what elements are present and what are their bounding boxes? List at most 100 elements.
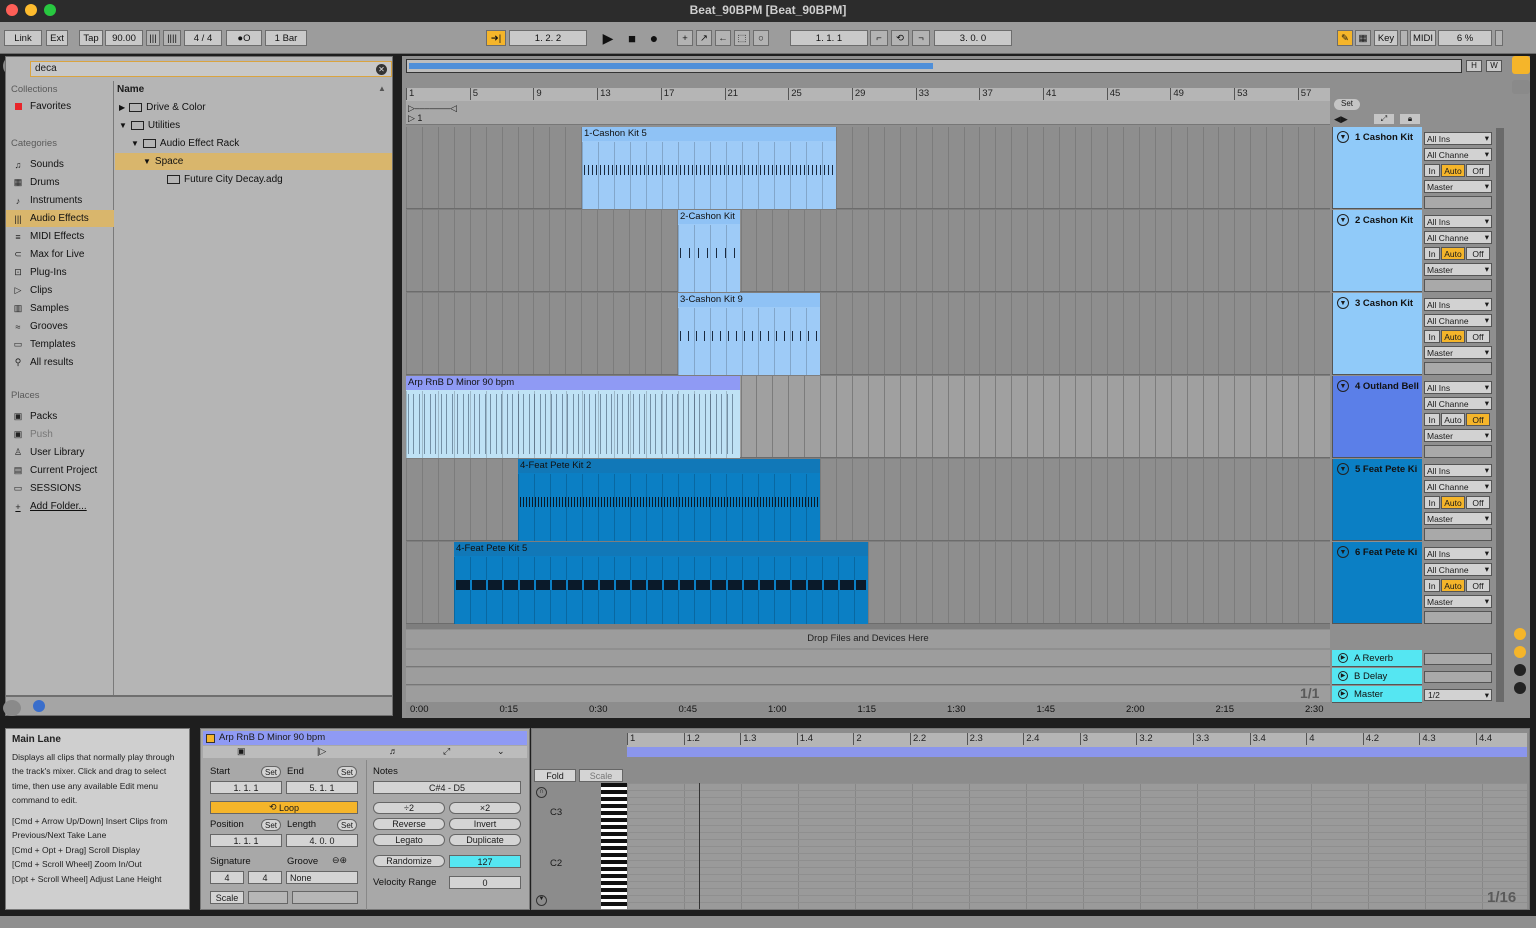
- mixer-indicator-icon[interactable]: [1514, 664, 1526, 676]
- monitor-off-button[interactable]: Off: [1466, 330, 1490, 343]
- track-fold-icon[interactable]: ▼: [1337, 380, 1349, 392]
- track-lane[interactable]: 4-Feat Pete Kit 5: [406, 542, 1330, 624]
- expand-arrow-icon[interactable]: ▶: [119, 103, 125, 112]
- computer-keyboard-icon[interactable]: ▦: [1355, 30, 1371, 46]
- overview-bar[interactable]: [406, 59, 1462, 73]
- stop-icon[interactable]: ■: [622, 30, 642, 46]
- signature-denominator[interactable]: 4: [248, 871, 282, 884]
- output-select[interactable]: Master ▾: [1424, 595, 1492, 608]
- quantize-menu[interactable]: 1 Bar: [265, 30, 307, 46]
- track-header[interactable]: ▼ 2 Cashon Kit: [1332, 210, 1422, 292]
- metronome-button[interactable]: ●O: [226, 30, 262, 46]
- position-set-button[interactable]: Set: [261, 819, 281, 831]
- output-select[interactable]: Master ▾: [1424, 429, 1492, 442]
- sidebar-item-samples[interactable]: ▥ Samples: [6, 300, 114, 317]
- note-grid[interactable]: [627, 783, 1527, 909]
- arrangement-position-field[interactable]: 1. 2. 2: [509, 30, 587, 46]
- sidebar-item-instruments[interactable]: ♪ Instruments: [6, 192, 114, 209]
- signature-numerator[interactable]: 4: [210, 871, 244, 884]
- note-editor-loop-brace[interactable]: [627, 747, 1527, 757]
- velocity-range-field[interactable]: 0: [449, 876, 521, 889]
- loop-switch-icon[interactable]: ⟲: [891, 30, 909, 46]
- notes-tab-icon[interactable]: ♬: [389, 746, 398, 756]
- preview-notes-icon[interactable]: ∩: [536, 787, 547, 798]
- track-fold-icon[interactable]: ▼: [1337, 214, 1349, 226]
- start-field[interactable]: 1. 1. 1: [210, 781, 282, 794]
- monitor-auto-button[interactable]: Auto: [1441, 579, 1465, 592]
- note-range-field[interactable]: C#4 - D5: [373, 781, 521, 794]
- start-marker[interactable]: ▷ 1: [408, 113, 422, 124]
- track-header[interactable]: ▼ 1 Cashon Kit: [1332, 127, 1422, 209]
- arrangement-clip[interactable]: Arp RnB D Minor 90 bpm: [406, 376, 740, 458]
- input-type-select[interactable]: All Ins ▾: [1424, 381, 1492, 394]
- preview-icon[interactable]: [33, 700, 45, 712]
- groove-select[interactable]: None: [286, 871, 358, 884]
- collapse-arrow-icon[interactable]: ▼: [143, 157, 151, 166]
- session-record-icon[interactable]: ○: [753, 30, 769, 46]
- master-output-select[interactable]: 1/2 ▾: [1424, 689, 1492, 701]
- expand-lanes-icon[interactable]: ⤢: [1374, 114, 1394, 124]
- overdub-icon[interactable]: +: [677, 30, 693, 46]
- track-lane[interactable]: 2-Cashon Kit: [406, 210, 1330, 292]
- back-to-arrangement-icon[interactable]: ←: [715, 30, 731, 46]
- input-type-select[interactable]: All Ins ▾: [1424, 464, 1492, 477]
- legato-button[interactable]: Legato: [373, 834, 445, 846]
- track-name[interactable]: 6 Feat Pete Ki: [1355, 547, 1417, 558]
- monitor-off-button[interactable]: Off: [1466, 164, 1490, 177]
- midi-map-button[interactable]: MIDI: [1410, 30, 1436, 46]
- clip-title[interactable]: Arp RnB D Minor 90 bpm: [203, 731, 527, 745]
- output-select[interactable]: Master ▾: [1424, 180, 1492, 193]
- sort-arrow-icon[interactable]: ▲: [378, 84, 386, 93]
- sidebar-item-plug-ins[interactable]: ⊡ Plug-Ins: [6, 264, 114, 281]
- launch-tab-icon[interactable]: |▷: [317, 746, 326, 757]
- randomize-button[interactable]: Randomize: [373, 855, 445, 867]
- sidebar-item-user-library[interactable]: ♙ User Library: [6, 444, 114, 461]
- loop-button[interactable]: ⟲ Loop: [210, 801, 358, 814]
- locator-row[interactable]: ▷–––––––◁ ▷ 1: [406, 101, 1330, 125]
- monitor-in-button[interactable]: In: [1424, 247, 1440, 260]
- reverse-button[interactable]: Reverse: [373, 818, 445, 830]
- sidebar-item-packs[interactable]: ▣ Packs: [6, 408, 114, 425]
- time-axis[interactable]: 0:00 0:15 0:30 0:45 1:00 1:15 1:30 1:45 2:00 2:15…: [406, 702, 1330, 716]
- search-input[interactable]: deca: [30, 61, 392, 77]
- track-header[interactable]: ▼ 6 Feat Pete Ki: [1332, 542, 1422, 624]
- sidebar-item-sounds[interactable]: ♫ Sounds: [6, 156, 114, 173]
- track-header[interactable]: ▼ 5 Feat Pete Ki: [1332, 459, 1422, 541]
- monitor-in-button[interactable]: In: [1424, 330, 1440, 343]
- clip-tab-icon[interactable]: ▣: [237, 746, 246, 757]
- track-name[interactable]: 3 Cashon Kit: [1355, 298, 1413, 309]
- note-editor-ruler[interactable]: 1 1.2 1.3 1.4 2 2.2 2.3 2.4 3 3.2 3.3 3.4 4 4.2 4.3 4.4: [627, 733, 1527, 747]
- tree-item[interactable]: ▼ Audio Effect Rack: [115, 135, 392, 152]
- groove-pool-icon[interactable]: [3, 700, 21, 716]
- double-button[interactable]: ×2: [449, 802, 521, 814]
- piano-roll-keys[interactable]: [601, 783, 627, 909]
- sidebar-item-audio-effects[interactable]: ||| Audio Effects: [6, 210, 114, 227]
- input-channel-select[interactable]: All Channe ▾: [1424, 480, 1492, 493]
- ext-sync-button[interactable]: Ext: [46, 30, 68, 46]
- track-fold-icon[interactable]: ▼: [1337, 463, 1349, 475]
- collapse-arrow-icon[interactable]: ▼: [131, 139, 139, 148]
- master-lane[interactable]: [406, 686, 1330, 703]
- arrangement-clip[interactable]: 2-Cashon Kit: [678, 210, 740, 292]
- track-lane[interactable]: 4-Feat Pete Kit 2: [406, 459, 1330, 541]
- name-column-header[interactable]: Name: [117, 84, 144, 95]
- scale-root-select[interactable]: [248, 891, 288, 904]
- set-locator-button[interactable]: Set: [1334, 99, 1360, 110]
- track-header[interactable]: ▼ 4 Outland Bell: [1332, 376, 1422, 458]
- sidebar-item-current-project[interactable]: ▤ Current Project: [6, 462, 114, 479]
- delay-indicator-icon[interactable]: [1514, 682, 1526, 694]
- input-channel-select[interactable]: All Channe ▾: [1424, 563, 1492, 576]
- output-select[interactable]: Master ▾: [1424, 263, 1492, 276]
- nudge-down-icon[interactable]: |||: [146, 30, 160, 46]
- return-lane-b[interactable]: [406, 668, 1330, 685]
- input-type-select[interactable]: All Ins ▾: [1424, 547, 1492, 560]
- fold-button[interactable]: Fold: [534, 769, 576, 782]
- groove-hot-swap-icon[interactable]: ⊖⊕: [332, 855, 347, 866]
- sidebar-item-push[interactable]: ▣ Push: [6, 426, 114, 443]
- tempo-field[interactable]: 90.00: [105, 30, 143, 46]
- collapse-arrow-icon[interactable]: ▼: [119, 121, 127, 130]
- randomize-amount-field[interactable]: 127: [449, 855, 521, 868]
- key-map-button[interactable]: Key: [1374, 30, 1398, 46]
- input-channel-select[interactable]: All Channe ▾: [1424, 314, 1492, 327]
- sidebar-item-favorites[interactable]: Favorites: [6, 98, 114, 115]
